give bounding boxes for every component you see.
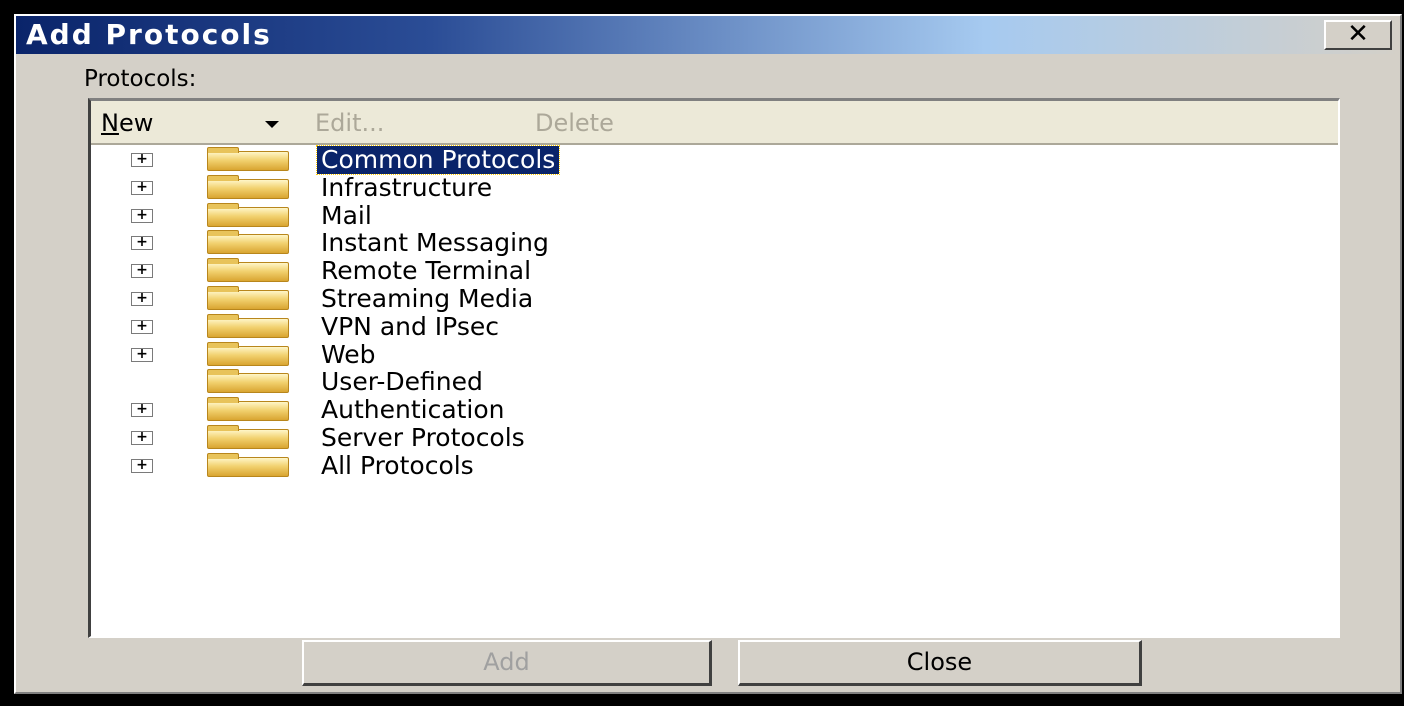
tree-item-label[interactable]: Infrastructure [317,173,496,202]
tree-item-label[interactable]: Common Protocols [315,145,561,175]
delete-button[interactable]: Delete [535,109,614,137]
expand-icon[interactable]: + [131,208,153,223]
folder-icon [207,369,289,394]
new-menu-button[interactable]: New [101,109,153,137]
folder-icon [207,452,289,477]
expand-icon[interactable]: + [131,291,153,306]
tree-item[interactable]: + Server Protocols [91,424,1338,453]
folder-icon [207,258,289,283]
folder-icon [207,230,289,255]
tree-item[interactable]: + VPN and IPsec [91,312,1338,342]
protocols-toolbar: New Edit... Delete [91,101,1338,145]
close-button[interactable]: Close [738,640,1142,686]
close-window-button[interactable]: ✕ [1324,20,1392,50]
tree-item-label[interactable]: User-Defined [317,368,487,396]
expand-icon[interactable]: + [131,263,153,279]
expand-icon[interactable]: + [131,152,153,167]
expand-icon[interactable]: + [131,458,153,473]
expand-icon[interactable]: + [131,402,153,418]
tree-item-label[interactable]: VPN and IPsec [317,312,503,341]
tree-item[interactable]: + Web [91,340,1338,370]
expand-icon[interactable]: + [131,180,153,195]
folder-icon [207,397,289,422]
close-icon: ✕ [1347,19,1369,49]
window-title: Add Protocols [26,18,272,51]
tree-item[interactable]: + Remote Terminal [91,257,1338,286]
folder-icon [207,286,289,310]
tree-item-label[interactable]: Streaming Media [317,285,537,313]
expand-icon[interactable]: + [131,430,153,445]
folder-icon [207,202,289,227]
expand-icon[interactable]: + [131,347,153,362]
tree-item[interactable]: + Infrastructure [91,173,1338,203]
expand-icon[interactable]: + [131,319,153,334]
tree-item[interactable]: + Common Protocols [91,145,1338,175]
tree-item-label[interactable]: Server Protocols [317,424,529,452]
edit-button[interactable]: Edit... [315,109,384,137]
folder-icon [207,425,289,449]
tree-item-label[interactable]: Mail [317,201,376,230]
add-button[interactable]: Add [302,640,712,686]
tree-item-label[interactable]: Web [317,340,380,369]
add-protocols-dialog: Add Protocols ✕ Protocols: New Edit... D… [14,14,1402,694]
tree-item[interactable]: + Mail [91,201,1338,231]
tree-item-label[interactable]: Instant Messaging [317,229,553,257]
dropdown-arrow-icon[interactable] [265,121,279,128]
new-label-rest: ew [118,109,154,137]
tree-item[interactable]: + Streaming Media [91,285,1338,314]
tree-item-label[interactable]: All Protocols [317,451,478,480]
tree-item[interactable]: + Authentication [91,396,1338,425]
new-accelerator: N [101,109,119,137]
folder-icon [207,174,289,199]
folder-icon [207,313,289,338]
title-bar[interactable]: Add Protocols ✕ [16,16,1400,54]
tree-item-label[interactable]: Remote Terminal [317,257,535,285]
folder-icon [207,341,289,366]
protocols-label: Protocols: [84,66,197,92]
tree-item[interactable]: User-Defined [91,368,1338,397]
tree-item-label[interactable]: Authentication [317,396,509,424]
tree-item[interactable]: + All Protocols [91,451,1338,481]
protocols-panel: New Edit... Delete + Common Protocols + Inf… [88,98,1340,638]
folder-icon [207,147,289,171]
tree-item[interactable]: + Instant Messaging [91,229,1338,258]
expand-icon[interactable]: + [131,235,153,251]
